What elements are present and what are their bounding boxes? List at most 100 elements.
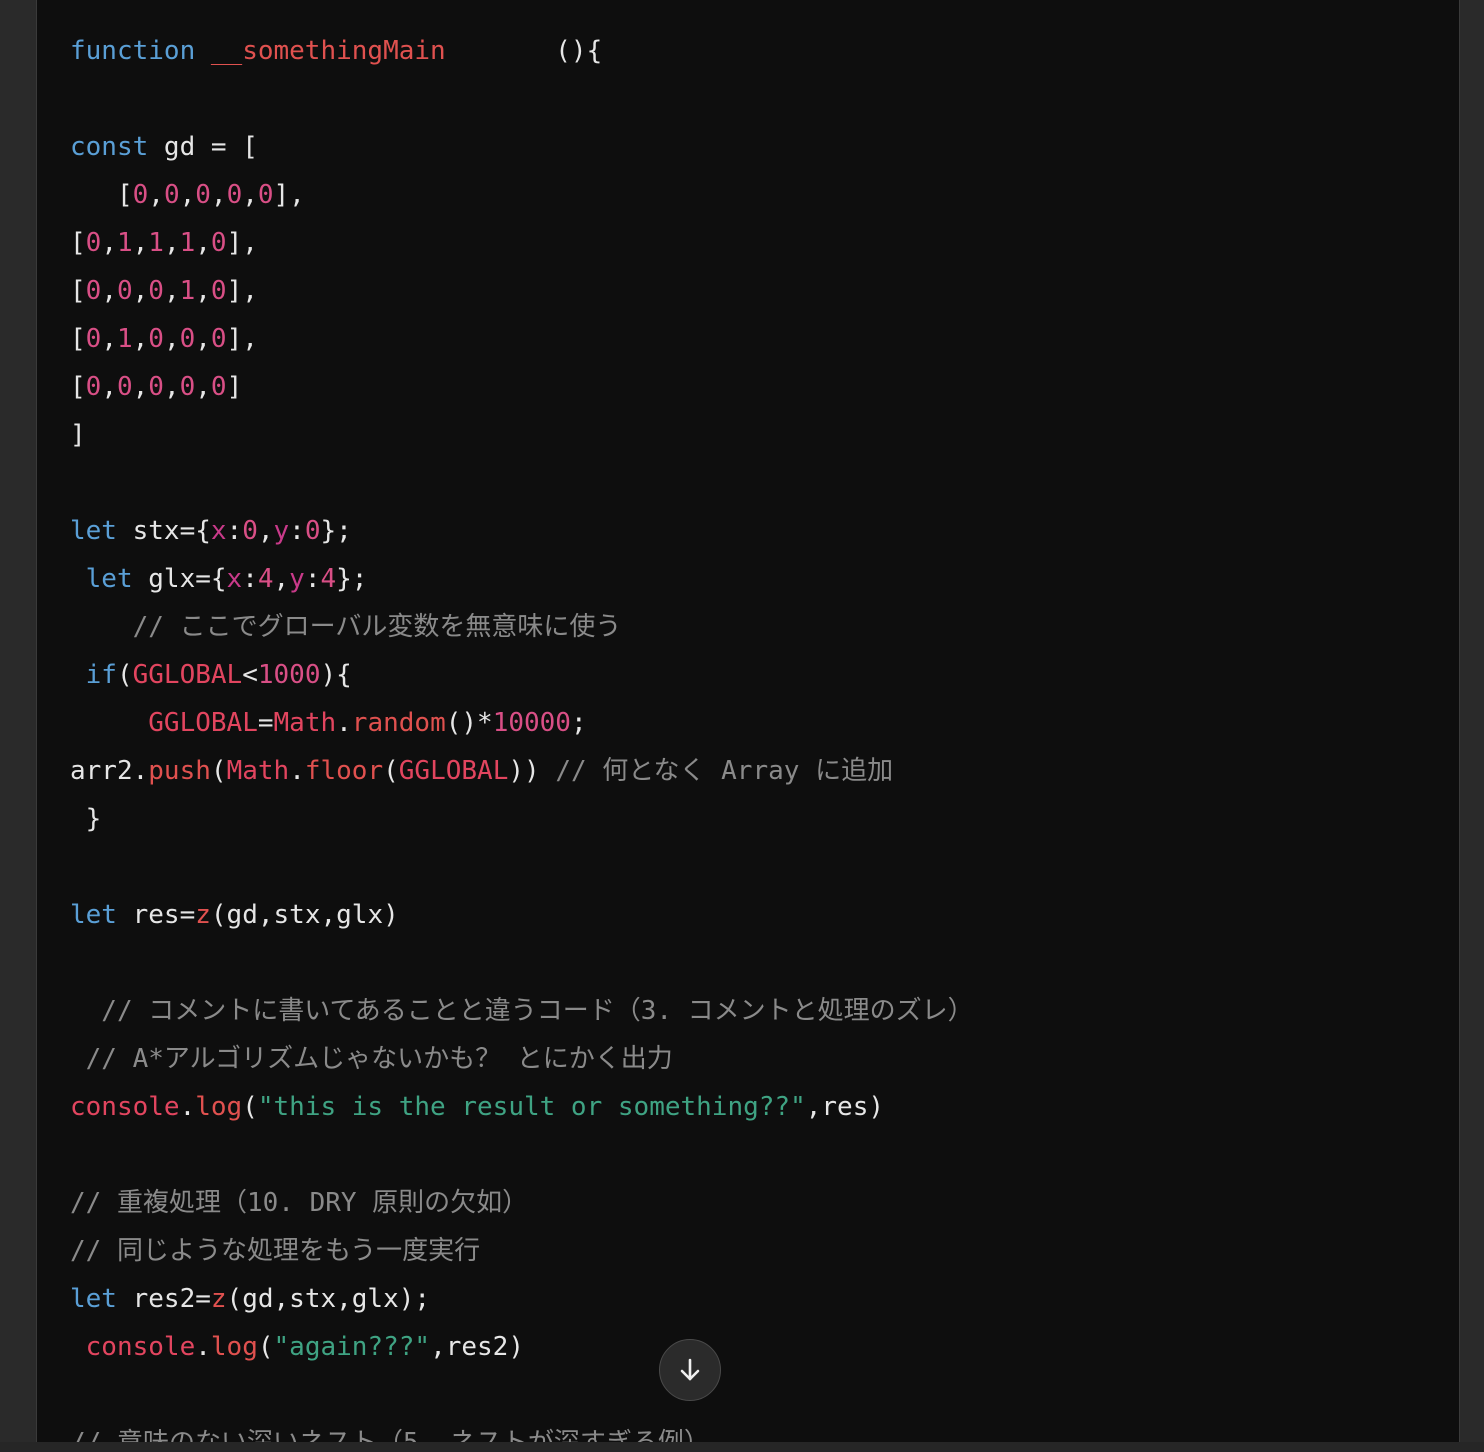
code-token: 0 xyxy=(257,180,274,210)
code-token: 0 xyxy=(210,228,227,258)
code-content: function __somethingMain (){ const gd = … xyxy=(70,27,974,1442)
code-token: Math xyxy=(226,756,290,786)
code-token: = xyxy=(257,708,274,738)
code-line: [0,0,0,1,0], xyxy=(70,267,974,315)
code-token: // A*アルゴリズムじゃないかも？ とにかく出力 xyxy=(70,1044,673,1074)
code-token: }; xyxy=(336,564,368,594)
code-token: let xyxy=(70,516,117,546)
code-token: 0 xyxy=(116,276,133,306)
code-token: 0 xyxy=(226,180,243,210)
code-token: , xyxy=(195,228,211,258)
code-token: [ xyxy=(70,324,86,354)
code-line: function __somethingMain (){ xyxy=(70,27,974,75)
code-token: 0 xyxy=(132,180,149,210)
code-token: . xyxy=(195,1332,211,1362)
code-token: 0 xyxy=(179,372,196,402)
code-token: , xyxy=(195,324,211,354)
code-token: __somethingMain xyxy=(210,36,446,66)
code-token: , xyxy=(101,276,117,306)
code-token: ,res) xyxy=(805,1092,885,1122)
code-token: , xyxy=(210,180,227,210)
code-token: , xyxy=(163,372,180,402)
code-line: [0,1,1,1,0], xyxy=(70,219,974,267)
code-token: 1 xyxy=(179,228,196,258)
code-token: )) xyxy=(508,756,540,786)
code-token: ()* xyxy=(445,708,493,738)
code-token: , xyxy=(163,228,180,258)
code-token: : xyxy=(226,516,243,546)
code-token: ,res2) xyxy=(430,1332,524,1362)
code-token: glx={ xyxy=(132,564,227,594)
code-token: 0 xyxy=(148,324,164,354)
code-token: [ xyxy=(70,372,86,402)
code-token: }; xyxy=(320,516,352,546)
code-token: push xyxy=(148,756,211,786)
code-line: // 同じような処理をもう一度実行 xyxy=(70,1227,974,1275)
code-token: ], xyxy=(226,228,258,258)
code-token: , xyxy=(163,276,180,306)
code-token: // 何となく Array に追加 xyxy=(539,756,894,786)
code-token: [ xyxy=(70,276,86,306)
code-token: x xyxy=(210,516,227,546)
code-block: function __somethingMain (){ const gd = … xyxy=(36,0,1460,1442)
code-token: ], xyxy=(226,276,258,306)
code-line: ] xyxy=(70,411,974,459)
code-token: ] xyxy=(226,372,243,402)
code-line: // ここでグローバル変数を無意味に使う xyxy=(70,603,974,651)
code-token: let xyxy=(70,900,117,930)
code-token: } xyxy=(70,804,102,834)
code-token: // 同じような処理をもう一度実行 xyxy=(70,1236,481,1266)
scroll-to-bottom-button[interactable] xyxy=(659,1339,721,1401)
code-token: . xyxy=(179,1092,196,1122)
code-token: , xyxy=(163,324,180,354)
code-token: GGLOBAL xyxy=(398,756,509,786)
code-token: "again???" xyxy=(273,1332,431,1362)
code-line: } xyxy=(70,795,974,843)
arrow-down-icon xyxy=(680,1358,700,1381)
code-token: [ xyxy=(70,180,133,210)
code-token: : xyxy=(304,564,321,594)
code-token: random xyxy=(351,708,446,738)
code-token: log xyxy=(195,1092,243,1122)
code-line: GGLOBAL=Math.random()*10000; xyxy=(70,699,974,747)
code-token: let xyxy=(85,564,133,594)
code-token: 1 xyxy=(179,276,196,306)
code-token: . xyxy=(336,708,352,738)
code-token: ( xyxy=(210,756,227,786)
code-line: let res2=z(gd,stx,glx); xyxy=(70,1275,974,1323)
code-token: "this is the result or something??" xyxy=(257,1092,806,1122)
code-token: // 重複処理（10. DRY 原則の欠如） xyxy=(70,1188,529,1218)
code-token: res2= xyxy=(116,1284,211,1314)
code-line: arr2.push(Math.floor(GGLOBAL)) // 何となく A… xyxy=(70,747,974,795)
code-token: , xyxy=(257,516,274,546)
code-token: floor xyxy=(304,756,384,786)
code-token: // ここでグローバル変数を無意味に使う xyxy=(70,612,622,642)
code-token: < xyxy=(242,660,258,690)
code-line: console.log("this is the result or somet… xyxy=(70,1083,974,1131)
code-token: y xyxy=(289,564,305,594)
code-token: 0 xyxy=(210,372,227,402)
code-token: GGLOBAL xyxy=(148,708,258,738)
code-token: arr2. xyxy=(70,756,149,786)
code-line: let stx={x:0,y:0}; xyxy=(70,507,974,555)
code-token: , xyxy=(101,372,117,402)
code-line: [0,0,0,0,0] xyxy=(70,363,974,411)
code-token: const xyxy=(70,132,149,162)
bottom-edge xyxy=(0,1442,1484,1452)
code-token: (){ xyxy=(445,36,603,66)
code-token: , xyxy=(273,564,290,594)
code-token: stx={ xyxy=(116,516,211,546)
code-token: 4 xyxy=(320,564,337,594)
code-token: 0 xyxy=(116,372,133,402)
code-token: // コメントに書いてあることと違うコード（3. コメントと処理のズレ） xyxy=(70,996,974,1026)
code-line: const gd = [ xyxy=(70,123,974,171)
